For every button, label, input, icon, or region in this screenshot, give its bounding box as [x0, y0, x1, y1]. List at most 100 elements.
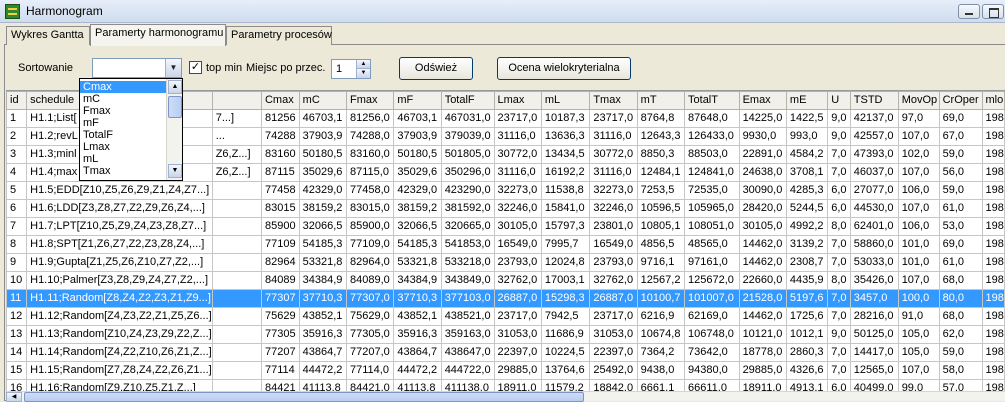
table-cell: 3139,2 — [785, 235, 829, 254]
chevron-down-icon[interactable]: ▼ — [165, 59, 181, 77]
dropdown-option-lmax[interactable]: Lmax — [80, 141, 166, 153]
col-header[interactable]: Tmax — [589, 91, 638, 110]
table-cell: 37710,3 — [298, 289, 348, 308]
col-header[interactable]: mT — [636, 91, 686, 110]
dropdown-option-mf[interactable]: mF — [80, 117, 166, 129]
col-header[interactable]: Lmax — [493, 91, 542, 110]
refresh-button[interactable]: Odśwież — [399, 57, 473, 80]
table-row[interactable]: 10 H1.10;Palmer[Z3,Z8,Z9,Z4,Z7,Z2,...] 840… — [6, 271, 1005, 290]
table-cell: 11 — [6, 289, 28, 308]
dropdown-scrollbar[interactable]: ▲ ▼ — [166, 79, 182, 180]
table-cell: 4326,6 — [785, 361, 829, 380]
col-header[interactable]: mE — [785, 91, 829, 110]
table-cell: 7942,5 — [540, 307, 591, 326]
table-cell: 23717,0 — [493, 307, 542, 326]
table-cell: 23717,0 — [493, 109, 542, 128]
table-cell: 32246,0 — [589, 199, 638, 218]
col-header[interactable]: MovOp — [897, 91, 940, 110]
scroll-up-icon[interactable]: ▲ — [168, 80, 182, 94]
table-cell: 97,0 — [897, 109, 940, 128]
tab-schedule-params[interactable]: Paramerty harmonogramu — [90, 24, 226, 46]
table-cell: H1.15;Random[Z7,Z8,Z4,Z2,Z6,Z1...] — [26, 361, 213, 380]
table-cell: 533218,0 — [440, 253, 495, 272]
table-cell: 4584,2 — [785, 145, 829, 164]
dropdown-option-fmax[interactable]: Fmax — [80, 105, 166, 117]
table-cell: 29885,0 — [493, 361, 542, 380]
table-row[interactable]: 12 H1.12;Random[Z4,Z3,Z2,Z1,Z5,Z6...] 7562… — [6, 307, 1005, 326]
tab-process-params[interactable]: Parametry procesów — [226, 26, 332, 45]
table-cell: 198 — [981, 235, 1005, 254]
table-cell: 13434,5 — [540, 145, 591, 164]
dropdown-option-totalf[interactable]: TotalF — [80, 129, 166, 141]
table-cell: 82964,0 — [345, 253, 395, 272]
table-row[interactable]: 14 H1.14;Random[Z4,Z2,Z10,Z6,Z1,Z...] 7720… — [6, 343, 1005, 362]
table-cell — [211, 379, 262, 391]
col-header[interactable]: CrOper — [938, 91, 983, 110]
col-header[interactable]: Fmax — [345, 91, 395, 110]
grid-horizontal-scrollbar[interactable]: ◀ — [6, 391, 1005, 402]
scroll-down-icon[interactable]: ▼ — [168, 164, 182, 178]
dropdown-option-mc[interactable]: mC — [80, 93, 166, 105]
table-row[interactable]: 16 H1.16;Random[Z9,Z10,Z5,Z1,Z...] 84421 41… — [6, 379, 1005, 391]
sort-dropdown-list[interactable]: Cmax mC Fmax mF TotalF Lmax mL Tmax ▲ ▼ — [79, 78, 183, 181]
col-header[interactable]: U — [827, 91, 851, 110]
table-cell: 77109,0 — [345, 235, 395, 254]
table-cell: 21528,0 — [738, 289, 787, 308]
table-row[interactable]: 6 H1.6;LDD[Z3,Z8,Z7,Z2,Z9,Z6,Z4,...] 83015… — [6, 199, 1005, 218]
table-cell: 10 — [6, 271, 28, 290]
table-cell: 124841,0 — [684, 163, 740, 182]
table-row[interactable]: 15 H1.15;Random[Z7,Z8,Z4,Z2,Z6,Z1...] 7711… — [6, 361, 1005, 380]
table-cell: 35426,0 — [849, 271, 899, 290]
minimize-icon[interactable] — [958, 4, 980, 19]
table-cell — [211, 343, 262, 362]
col-header[interactable] — [211, 91, 262, 110]
table-row[interactable]: 8 H1.8;SPT[Z1,Z6,Z7,Z2,Z3,Z8,Z4,...] 77109… — [6, 235, 1005, 254]
dropdown-option-tmax[interactable]: Tmax — [80, 165, 166, 177]
table-row[interactable]: 11 H1.11;Random[Z8,Z4,Z2,Z3,Z1,Z9...] 7730… — [6, 289, 1005, 308]
table-cell: 7,0 — [827, 343, 851, 362]
col-header[interactable]: mlo — [981, 91, 1005, 110]
table-cell: 106,0 — [897, 217, 940, 236]
col-header[interactable]: id — [6, 91, 28, 110]
scroll-thumb[interactable] — [168, 96, 182, 118]
spin-down-icon[interactable]: ▼ — [357, 69, 370, 78]
table-cell: 198 — [981, 145, 1005, 164]
table-cell: 37903,9 — [298, 127, 348, 146]
col-header[interactable]: Cmax — [260, 91, 300, 110]
table-cell — [211, 289, 262, 308]
decimal-places-spinner[interactable]: 1 ▲ ▼ — [331, 59, 371, 79]
table-row[interactable]: 9 H1.9;Gupta[Z1,Z5,Z6,Z10,Z7,Z2,...] 82964… — [6, 253, 1005, 272]
table-row[interactable]: 5 H1.5;EDD[Z10,Z5,Z6,Z9,Z1,Z4,Z7...] 77458… — [6, 181, 1005, 200]
tab-gantt[interactable]: Wykres Gantta — [6, 26, 90, 45]
table-cell: ... — [211, 127, 262, 146]
table-cell: 7253,5 — [636, 181, 686, 200]
table-cell: 32246,0 — [493, 199, 542, 218]
table-cell: 198 — [981, 271, 1005, 290]
dropdown-option-ml[interactable]: mL — [80, 153, 166, 165]
col-header[interactable]: mL — [540, 91, 591, 110]
table-row[interactable]: 7 H1.7;LPT[Z10,Z5,Z9,Z4,Z3,Z8,Z7...] 85900… — [6, 217, 1005, 236]
multi-criteria-button[interactable]: Ocena wielokryterialna — [497, 57, 631, 80]
col-header[interactable]: TotalF — [440, 91, 495, 110]
dropdown-option-cmax[interactable]: Cmax — [80, 81, 166, 93]
table-cell: 72535,0 — [684, 181, 740, 200]
col-header[interactable]: Emax — [738, 91, 787, 110]
col-header[interactable]: mC — [298, 91, 348, 110]
spin-up-icon[interactable]: ▲ — [357, 60, 370, 69]
top-min-checkbox[interactable]: ✓ — [189, 61, 202, 74]
table-row[interactable]: 13 H1.13;Random[Z10,Z4,Z3,Z9,Z2,Z...] 7730… — [6, 325, 1005, 344]
table-cell: 99,0 — [897, 379, 940, 391]
col-header[interactable]: TotalT — [684, 91, 740, 110]
table-cell: H1.16;Random[Z9,Z10,Z5,Z1,Z...] — [26, 379, 213, 391]
col-header[interactable]: mF — [393, 91, 442, 110]
table-cell: 12567,2 — [636, 271, 686, 290]
table-cell: 58860,0 — [849, 235, 899, 254]
sort-combobox[interactable]: ▼ — [92, 58, 182, 78]
col-header[interactable]: TSTD — [849, 91, 899, 110]
table-cell: 4435,9 — [785, 271, 829, 290]
table-cell: 7,0 — [827, 163, 851, 182]
table-cell: H1.12;Random[Z4,Z3,Z2,Z1,Z5,Z6...] — [26, 307, 213, 326]
table-cell: 6216,9 — [636, 307, 686, 326]
maximize-icon[interactable] — [982, 4, 1004, 19]
table-cell: 13636,3 — [540, 127, 591, 146]
